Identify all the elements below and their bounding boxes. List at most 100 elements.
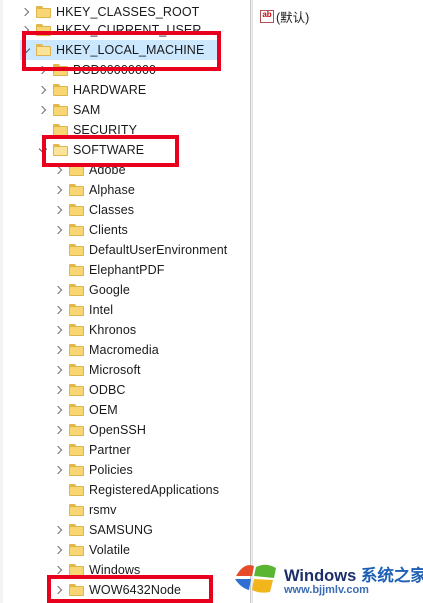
tree-item-windows[interactable]: Windows [53, 560, 140, 580]
expand-arrow-icon[interactable] [53, 220, 65, 240]
tree-item-partner[interactable]: Partner [53, 440, 131, 460]
tree-item-samsung[interactable]: SAMSUNG [53, 520, 153, 540]
expand-arrow-icon[interactable] [53, 460, 65, 480]
folder-icon [69, 264, 84, 276]
expand-arrow-icon[interactable] [53, 420, 65, 440]
tree-item-rsmv[interactable]: rsmv [53, 500, 116, 520]
expand-arrow-icon[interactable] [53, 160, 65, 180]
folder-icon [69, 564, 84, 576]
tree-item-label: HKEY_LOCAL_MACHINE [56, 43, 205, 57]
folder-icon [53, 64, 68, 76]
folder-icon [69, 504, 84, 516]
value-row-default[interactable]: ab (默认) [260, 7, 309, 26]
tree-item-hardware[interactable]: HARDWARE [37, 80, 146, 100]
tree-item-label: Intel [89, 303, 114, 317]
watermark-url: www.bjjmlv.com [284, 584, 369, 596]
expand-arrow-icon[interactable] [37, 100, 49, 120]
tree-item-clients[interactable]: Clients [53, 220, 128, 240]
folder-icon [69, 184, 84, 196]
tree-item-classes[interactable]: Classes [53, 200, 134, 220]
folder-icon [69, 364, 84, 376]
folder-icon [69, 484, 84, 496]
tree-item-policies[interactable]: Policies [53, 460, 133, 480]
expand-arrow-icon[interactable] [37, 80, 49, 100]
tree-item-wow6432node[interactable]: WOW6432Node [53, 580, 181, 600]
folder-icon [69, 524, 84, 536]
folder-icon [69, 444, 84, 456]
tree-item-label: Classes [89, 203, 135, 217]
tree-item-label: HARDWARE [73, 83, 147, 97]
tree-item-intel[interactable]: Intel [53, 300, 113, 320]
no-arrow-spacer [53, 480, 65, 500]
expand-arrow-icon[interactable] [53, 520, 65, 540]
tree-item-registeredapplications[interactable]: RegisteredApplications [53, 480, 219, 500]
tree-item-label: OpenSSH [89, 423, 146, 437]
tree-item-microsoft[interactable]: Microsoft [53, 360, 141, 380]
folder-icon [69, 304, 84, 316]
tree-item-openssh[interactable]: OpenSSH [53, 420, 146, 440]
tree-item-oem[interactable]: OEM [53, 400, 118, 420]
expand-arrow-icon[interactable] [53, 580, 65, 600]
tree-item-label: HKEY_CLASSES_ROOT [56, 5, 200, 19]
expand-arrow-icon[interactable] [53, 440, 65, 460]
expand-arrow-icon[interactable] [20, 2, 32, 22]
folder-open-icon [53, 144, 68, 156]
folder-icon [69, 424, 84, 436]
registry-values-pane[interactable]: ab (默认) [253, 0, 423, 603]
tree-item-google[interactable]: Google [53, 280, 130, 300]
folder-icon [53, 104, 68, 116]
expand-arrow-icon[interactable] [53, 400, 65, 420]
expand-arrow-icon[interactable] [37, 60, 49, 80]
registry-tree-pane[interactable]: HKEY_CLASSES_ROOT HKEY_CURRENT_USER HKEY… [0, 0, 250, 603]
tree-item-alphase[interactable]: Alphase [53, 180, 135, 200]
folder-icon [53, 84, 68, 96]
expand-arrow-icon[interactable] [53, 280, 65, 300]
tree-item-label: RegisteredApplications [89, 483, 220, 497]
expand-arrow-icon[interactable] [53, 180, 65, 200]
tree-item-label: Macromedia [89, 343, 159, 357]
tree-item-adobe[interactable]: Adobe [53, 160, 126, 180]
tree-item-label: DefaultUserEnvironment [89, 243, 228, 257]
string-value-icon: ab [260, 10, 274, 23]
folder-icon [36, 6, 51, 18]
no-arrow-spacer [37, 120, 49, 140]
tree-item-hkey-current-user[interactable]: HKEY_CURRENT_USER [20, 20, 201, 40]
tree-item-software[interactable]: SOFTWARE [37, 140, 144, 160]
tree-item-khronos[interactable]: Khronos [53, 320, 136, 340]
tree-item-sam[interactable]: SAM [37, 100, 100, 120]
tree-item-label: HKEY_CURRENT_USER [56, 23, 202, 37]
tree-item-label: Windows [89, 563, 141, 577]
tree-item-volatile[interactable]: Volatile [53, 540, 130, 560]
expand-arrow-icon[interactable] [53, 200, 65, 220]
collapse-arrow-icon[interactable] [20, 40, 32, 60]
expand-arrow-icon[interactable] [53, 380, 65, 400]
folder-icon [69, 404, 84, 416]
collapse-arrow-icon[interactable] [37, 140, 49, 160]
expand-arrow-icon[interactable] [53, 360, 65, 380]
tree-item-label: Policies [89, 463, 133, 477]
tree-item-elephantpdf[interactable]: ElephantPDF [53, 260, 164, 280]
tree-item-security[interactable]: SECURITY [37, 120, 137, 140]
tree-item-defaultuserenvironment[interactable]: DefaultUserEnvironment [53, 240, 227, 260]
watermark-title-text: Windows [284, 567, 357, 585]
tree-item-label: BCD00000000 [73, 63, 157, 77]
tree-item-macromedia[interactable]: Macromedia [53, 340, 159, 360]
folder-icon [69, 464, 84, 476]
expand-arrow-icon[interactable] [53, 320, 65, 340]
tree-item-hkey-classes-root[interactable]: HKEY_CLASSES_ROOT [20, 2, 199, 22]
tree-item-odbc[interactable]: ODBC [53, 380, 126, 400]
expand-arrow-icon[interactable] [53, 300, 65, 320]
tree-item-hkey-local-machine[interactable]: HKEY_LOCAL_MACHINE [20, 40, 220, 60]
folder-icon [36, 24, 51, 36]
folder-icon [69, 324, 84, 336]
expand-arrow-icon[interactable] [53, 540, 65, 560]
tree-item-bcd00000000[interactable]: BCD00000000 [37, 60, 156, 80]
expand-arrow-icon[interactable] [53, 560, 65, 580]
watermark-subtitle: 系统之家 [360, 567, 423, 585]
folder-icon [69, 584, 84, 596]
watermark-title: Windows 系统之家 [284, 562, 423, 586]
tree-item-label: Alphase [89, 183, 135, 197]
tree-item-label: rsmv [89, 503, 117, 517]
expand-arrow-icon[interactable] [20, 20, 32, 40]
expand-arrow-icon[interactable] [53, 340, 65, 360]
